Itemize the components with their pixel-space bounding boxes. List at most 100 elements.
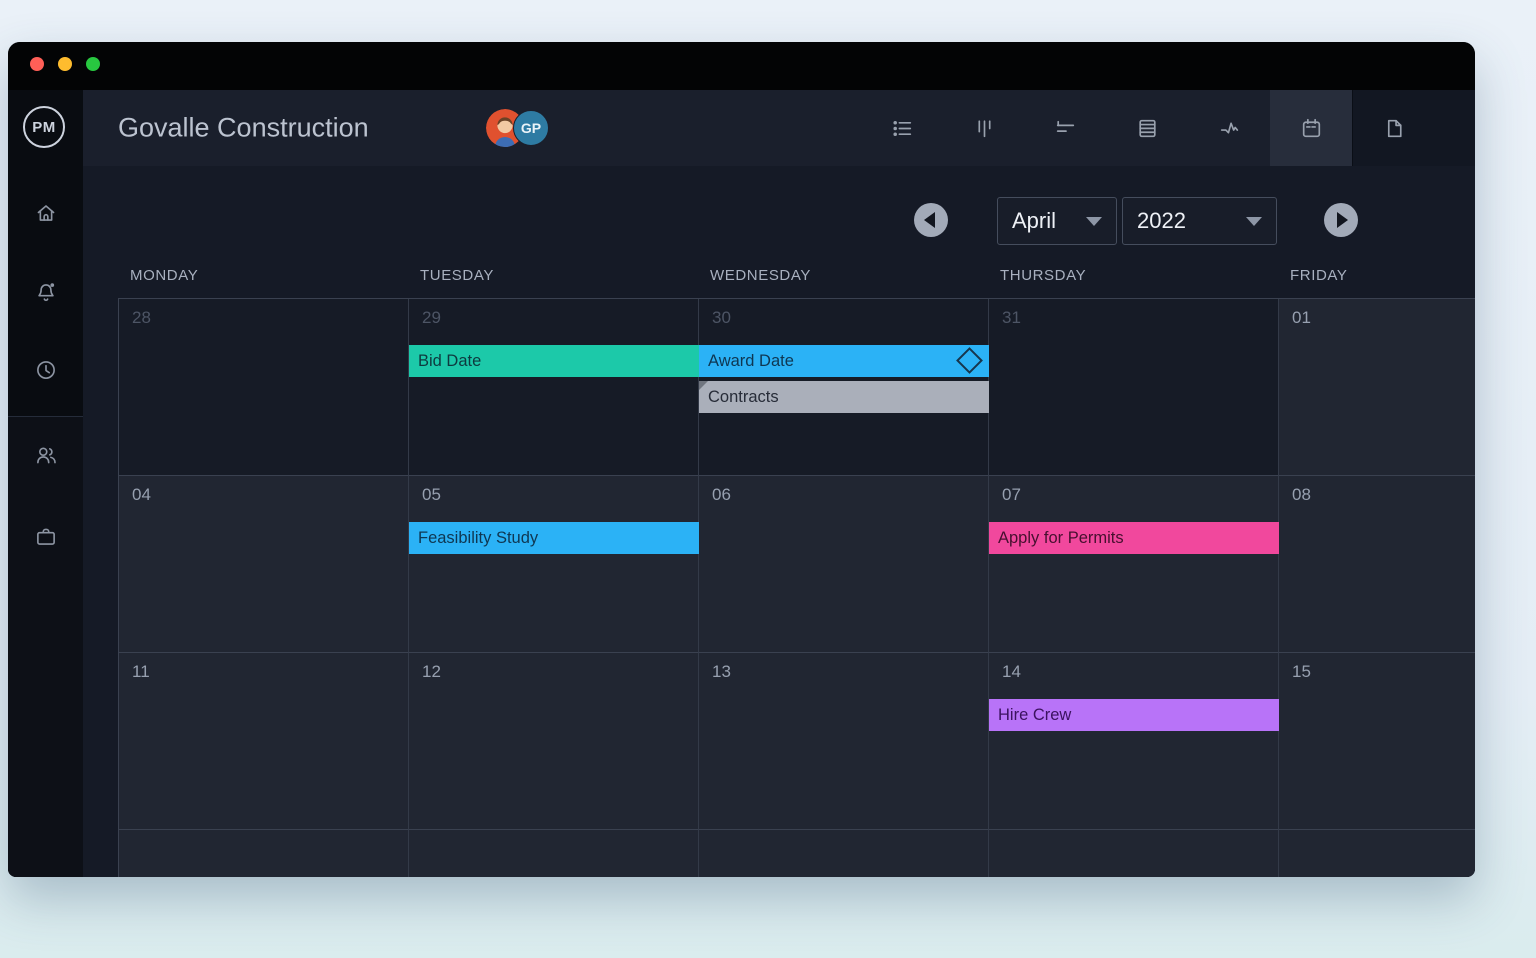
board-view-icon bbox=[972, 116, 997, 141]
continuation-fold-icon bbox=[699, 381, 708, 390]
calendar-day-cell[interactable]: 05 bbox=[409, 476, 699, 653]
app-window: PM bbox=[8, 42, 1475, 877]
zoom-window-button[interactable] bbox=[86, 57, 100, 71]
calendar-day-cell[interactable]: 31 bbox=[989, 299, 1279, 476]
calendar-day-cell[interactable]: 08 bbox=[1279, 476, 1475, 653]
calendar-day-cell[interactable] bbox=[1279, 830, 1475, 877]
day-number: 29 bbox=[422, 308, 698, 328]
sidebar-lower-section bbox=[8, 417, 83, 877]
sheet-view-icon bbox=[1135, 116, 1160, 141]
project-title: Govalle Construction bbox=[118, 113, 369, 144]
day-number: 28 bbox=[132, 308, 408, 328]
calendar-day-cell[interactable]: 29 bbox=[409, 299, 699, 476]
sidebar-item-portfolio[interactable] bbox=[8, 517, 83, 557]
notification-badge-dot bbox=[50, 283, 54, 287]
day-number: 30 bbox=[712, 308, 988, 328]
tab-list-view[interactable] bbox=[861, 90, 943, 166]
event-label: Award Date bbox=[708, 352, 794, 370]
pm-logo-text: PM bbox=[32, 119, 56, 136]
day-number: 08 bbox=[1292, 485, 1475, 505]
calendar-day-cell[interactable]: 01 bbox=[1279, 299, 1475, 476]
day-number: 06 bbox=[712, 485, 988, 505]
tab-sheet-view[interactable] bbox=[1106, 90, 1188, 166]
avatar-initials-text: GP bbox=[521, 120, 541, 136]
notifications-bell-icon bbox=[33, 279, 59, 305]
calendar-day-cell[interactable] bbox=[989, 830, 1279, 877]
gantt-view-icon bbox=[1053, 116, 1078, 141]
activity-view-icon bbox=[1217, 116, 1242, 141]
calendar-day-cell[interactable]: 28 bbox=[119, 299, 409, 476]
day-number: 04 bbox=[132, 485, 408, 505]
calendar-day-cell[interactable]: 14 bbox=[989, 653, 1279, 830]
tab-activity-view[interactable] bbox=[1188, 90, 1270, 166]
calendar-day-cell[interactable]: 15 bbox=[1279, 653, 1475, 830]
arrow-right-icon bbox=[1337, 212, 1348, 228]
arrow-left-icon bbox=[924, 212, 935, 228]
day-number: 01 bbox=[1292, 308, 1475, 328]
day-number: 11 bbox=[132, 662, 408, 682]
chevron-down-icon bbox=[1086, 217, 1102, 226]
day-header-tuesday: TUESDAY bbox=[420, 267, 494, 284]
day-of-week-header-row: MONDAYTUESDAYWEDNESDAYTHURSDAYFRIDAY bbox=[118, 267, 1475, 287]
sidebar-divider bbox=[8, 416, 83, 417]
tab-gantt-view[interactable] bbox=[1024, 90, 1106, 166]
calendar-day-cell[interactable]: 12 bbox=[409, 653, 699, 830]
sidebar-item-team[interactable] bbox=[8, 435, 83, 475]
sidebar-item-home[interactable] bbox=[8, 193, 83, 233]
calendar-day-cell[interactable]: 06 bbox=[699, 476, 989, 653]
chevron-down-icon bbox=[1246, 217, 1262, 226]
event-bar-apply-for-permits[interactable]: Apply for Permits bbox=[989, 522, 1279, 554]
member-avatar-initials[interactable]: GP bbox=[513, 110, 549, 146]
event-bar-award-date[interactable]: Award Date bbox=[699, 345, 989, 377]
event-label: Feasibility Study bbox=[418, 529, 538, 547]
event-label: Hire Crew bbox=[998, 706, 1071, 724]
docs-view-icon bbox=[1382, 116, 1407, 141]
calendar-day-cell[interactable]: 04 bbox=[119, 476, 409, 653]
sidebar-item-notifications[interactable] bbox=[8, 272, 83, 312]
calendar-day-cell[interactable] bbox=[119, 830, 409, 877]
minimize-window-button[interactable] bbox=[58, 57, 72, 71]
event-bar-hire-crew[interactable]: Hire Crew bbox=[989, 699, 1279, 731]
day-number: 14 bbox=[1002, 662, 1278, 682]
calendar-view-icon bbox=[1299, 116, 1324, 141]
close-window-button[interactable] bbox=[30, 57, 44, 71]
day-header-wednesday: WEDNESDAY bbox=[710, 267, 811, 284]
portfolio-briefcase-icon bbox=[33, 524, 59, 550]
event-label: Bid Date bbox=[418, 352, 481, 370]
event-bar-contracts[interactable]: Contracts bbox=[699, 381, 989, 413]
home-icon bbox=[33, 200, 59, 226]
prev-month-button[interactable] bbox=[914, 203, 948, 237]
month-select[interactable]: April bbox=[997, 197, 1117, 245]
month-select-value: April bbox=[1012, 208, 1056, 234]
calendar-day-cell[interactable] bbox=[409, 830, 699, 877]
sidebar-item-time[interactable] bbox=[8, 350, 83, 390]
year-select[interactable]: 2022 bbox=[1122, 197, 1277, 245]
project-header: Govalle Construction GP bbox=[83, 90, 1475, 166]
next-month-button[interactable] bbox=[1324, 203, 1358, 237]
day-number: 12 bbox=[422, 662, 698, 682]
day-header-monday: MONDAY bbox=[130, 267, 198, 284]
event-label: Apply for Permits bbox=[998, 529, 1124, 547]
day-number: 13 bbox=[712, 662, 988, 682]
calendar-day-cell[interactable]: 07 bbox=[989, 476, 1279, 653]
event-bar-bid-date[interactable]: Bid Date bbox=[409, 345, 699, 377]
project-members[interactable]: GP bbox=[486, 109, 558, 147]
window-titlebar bbox=[8, 42, 1475, 90]
day-header-thursday: THURSDAY bbox=[1000, 267, 1086, 284]
calendar-day-cell[interactable]: 13 bbox=[699, 653, 989, 830]
tab-calendar-view[interactable] bbox=[1270, 90, 1352, 166]
calendar-day-cell[interactable] bbox=[699, 830, 989, 877]
calendar-day-cell[interactable]: 11 bbox=[119, 653, 409, 830]
day-number: 31 bbox=[1002, 308, 1278, 328]
year-select-value: 2022 bbox=[1137, 208, 1186, 234]
calendar-grid: 28 29 30 31 01 04 05 0607 08 11 12 13 1415 Bid Date Aw… bbox=[118, 298, 1475, 877]
list-view-icon bbox=[890, 116, 915, 141]
tab-docs-view[interactable] bbox=[1353, 90, 1435, 166]
event-bar-feasibility-study[interactable]: Feasibility Study bbox=[409, 522, 699, 554]
day-number: 05 bbox=[422, 485, 698, 505]
tab-board-view[interactable] bbox=[943, 90, 1025, 166]
pm-logo[interactable]: PM bbox=[23, 106, 65, 148]
milestone-diamond-icon bbox=[956, 347, 983, 374]
calendar-content: April 2022 MONDAY TUESDAY WEDNESDAY THURSDA… bbox=[83, 166, 1475, 877]
event-label: Contracts bbox=[708, 388, 779, 406]
